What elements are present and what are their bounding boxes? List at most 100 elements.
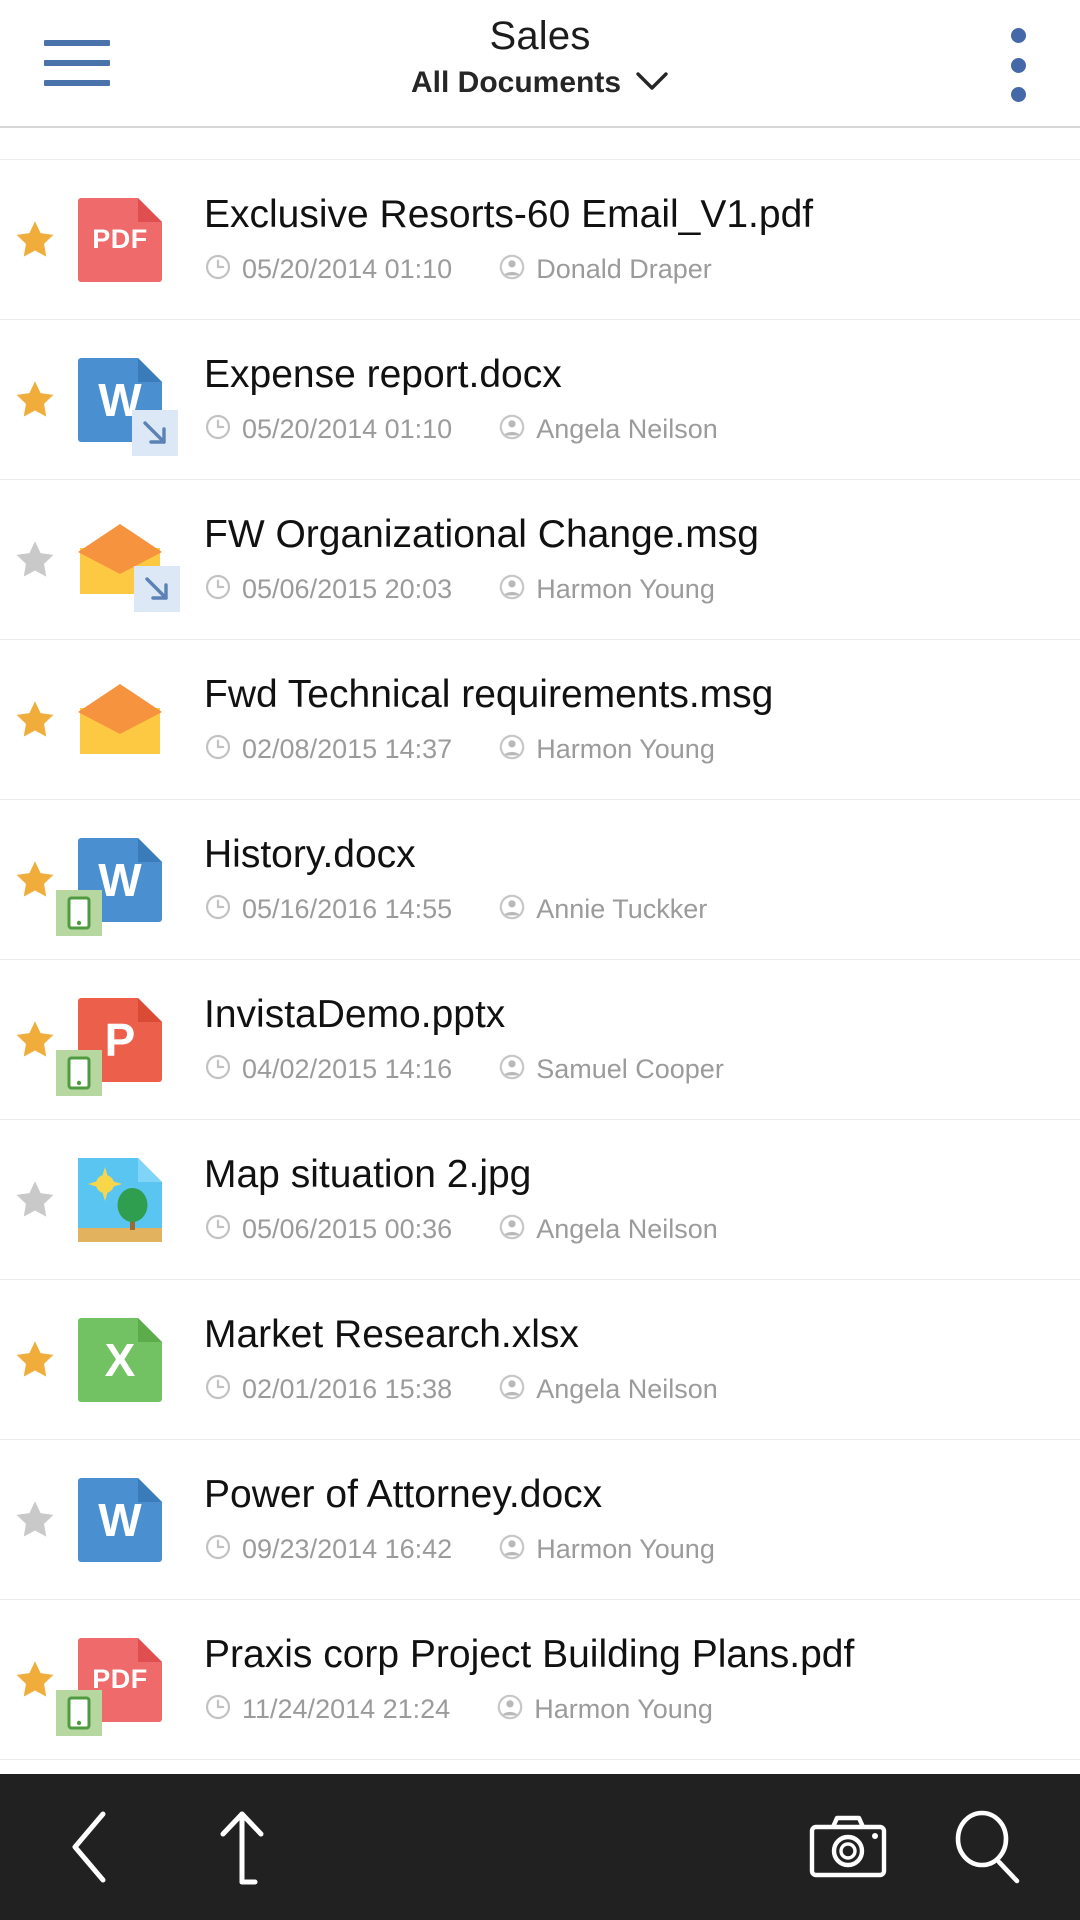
favorite-star-icon[interactable]: [6, 217, 64, 263]
file-submeta: 05/06/2015 00:36 Angela Neilson: [204, 1213, 1060, 1246]
view-filter-label: All Documents: [410, 66, 622, 99]
file-name: InvistaDemo.pptx: [204, 993, 506, 1037]
file-icon-cell: P: [56, 980, 176, 1100]
author-group: Harmon Young: [498, 1533, 715, 1566]
chevron-down-icon: [635, 70, 669, 97]
clock-icon: [204, 733, 232, 766]
author-group: Annie Tuckker: [498, 893, 707, 926]
author-name: Donald Draper: [536, 253, 712, 284]
clock-icon: [204, 893, 232, 926]
clock-icon: [204, 1533, 232, 1566]
table-row[interactable]: W Power of Attorney.docx 09/23/2014 16:42 H…: [0, 1440, 1080, 1600]
file-meta: Map situation 2.jpg 05/06/2015 00:36 Angel…: [176, 1153, 1080, 1246]
page-title: Sales: [489, 14, 591, 58]
author-group: Harmon Young: [498, 733, 715, 766]
file-type-label: PDF: [92, 224, 148, 254]
more-vertical-icon[interactable]: [994, 28, 1042, 102]
back-button[interactable]: [42, 1799, 138, 1895]
file-icon-cell: X: [64, 1300, 176, 1420]
file-submeta: 11/24/2014 21:24 Harmon Young: [204, 1693, 1060, 1726]
file-meta: Market Research.xlsx 02/01/2016 15:38 Ange…: [176, 1313, 1080, 1406]
file-type-label: X: [104, 1333, 136, 1386]
clock-icon: [204, 1053, 232, 1086]
star-glyph: [16, 1660, 54, 1697]
author-group: Angela Neilson: [498, 1213, 718, 1246]
table-row[interactable]: P InvistaDemo.pptx 04/02/2015 14:16 Samuel …: [0, 960, 1080, 1120]
star-glyph: [16, 220, 54, 257]
table-row[interactable]: PDF Praxis corp Project Building Plans.pd…: [0, 1600, 1080, 1760]
document-list[interactable]: PDF Exclusive Resorts-60 Email_V1.pdf 05/2…: [0, 128, 1080, 1774]
modified-date-group: 11/24/2014 21:24: [204, 1693, 450, 1726]
modified-date-group: 05/20/2014 01:10: [204, 413, 452, 446]
file-type-icon: [78, 1157, 162, 1242]
modified-date-group: 05/16/2016 14:55: [204, 893, 452, 926]
file-type-label: W: [98, 1493, 142, 1546]
favorite-star-icon[interactable]: [6, 1337, 64, 1383]
file-submeta: 05/16/2016 14:55 Annie Tuckker: [204, 893, 1060, 926]
documents-screen: Sales All Documents PDF Exclusive Resorts…: [0, 0, 1080, 1920]
modified-date-group: 02/08/2015 14:37: [204, 733, 452, 766]
table-row[interactable]: X Market Research.xlsx 02/01/2016 15:38 Ang…: [0, 1280, 1080, 1440]
file-icon-cell: PDF: [56, 1620, 176, 1740]
modified-date: 05/20/2014 01:10: [242, 413, 453, 444]
favorite-star-icon[interactable]: [6, 697, 64, 743]
modified-date-group: 05/06/2015 20:03: [204, 573, 452, 606]
file-submeta: 05/20/2014 01:10 Donald Draper: [204, 253, 1060, 286]
favorite-star-icon[interactable]: [6, 377, 64, 423]
modified-date: 02/01/2016 15:38: [242, 1373, 453, 1404]
file-meta: Exclusive Resorts-60 Email_V1.pdf 05/20/2…: [176, 193, 1080, 286]
star-glyph: [16, 1020, 54, 1057]
star-glyph: [16, 380, 54, 417]
author-name: Harmon Young: [536, 1533, 715, 1564]
file-icon-cell: W: [64, 1460, 176, 1580]
file-meta: Expense report.docx 05/20/2014 01:10 Angel…: [176, 353, 1080, 446]
overflow-dot: [1010, 28, 1026, 43]
author-group: Harmon Young: [498, 573, 715, 606]
modified-date: 05/06/2015 00:36: [242, 1213, 453, 1244]
modified-date-group: 05/20/2014 01:10: [204, 253, 452, 286]
file-name: Market Research.xlsx: [204, 1313, 579, 1357]
camera-button[interactable]: [800, 1799, 896, 1895]
offline-phone-badge-icon: [56, 1049, 102, 1096]
person-icon: [498, 413, 526, 446]
app-header: Sales All Documents: [0, 0, 1080, 128]
header-title-block: Sales All Documents: [0, 14, 1080, 100]
person-icon: [498, 893, 526, 926]
file-name: History.docx: [204, 833, 416, 877]
star-glyph: [16, 1180, 54, 1217]
author-group: Donald Draper: [498, 253, 712, 286]
person-icon: [498, 1213, 526, 1246]
person-icon: [498, 733, 526, 766]
star-glyph: [16, 860, 54, 897]
person-icon: [498, 1053, 526, 1086]
view-filter-dropdown[interactable]: All Documents: [411, 66, 669, 100]
modified-date: 05/20/2014 01:10: [242, 253, 453, 284]
offline-phone-badge-icon: [56, 1689, 102, 1736]
clock-icon: [204, 253, 232, 286]
table-row[interactable]: Map situation 2.jpg 05/06/2015 00:36 Angel…: [0, 1120, 1080, 1280]
author-group: Harmon Young: [496, 1693, 713, 1726]
favorite-star-icon[interactable]: [6, 1497, 64, 1543]
person-icon: [498, 253, 526, 286]
table-row[interactable]: W Expense report.docx 05/20/2014 01:10 Ange…: [0, 320, 1080, 480]
table-row[interactable]: Fwd Technical requirements.msg 02/08/2015…: [0, 640, 1080, 800]
file-type-icon: X: [78, 1317, 162, 1402]
file-name: Map situation 2.jpg: [204, 1153, 532, 1197]
file-type-icon: PDF: [78, 197, 162, 282]
table-row[interactable]: W History.docx 05/16/2016 14:55 Annie Tuckk…: [0, 800, 1080, 960]
table-row[interactable]: PDF Exclusive Resorts-60 Email_V1.pdf 05/2…: [0, 160, 1080, 320]
clock-icon: [204, 1693, 232, 1726]
table-row[interactable]: FW Organizational Change.msg 05/06/2015 2…: [0, 480, 1080, 640]
file-meta: Fwd Technical requirements.msg 02/08/2015…: [176, 673, 1080, 766]
file-name: Power of Attorney.docx: [204, 1473, 603, 1517]
clock-icon: [204, 573, 232, 606]
star-glyph: [16, 1500, 54, 1537]
sync-badge-icon: [134, 565, 180, 612]
file-icon-cell: W: [56, 820, 176, 940]
search-button[interactable]: [938, 1799, 1034, 1895]
modified-date: 11/24/2014 21:24: [242, 1693, 451, 1724]
upload-button[interactable]: [194, 1799, 290, 1895]
author-group: Angela Neilson: [498, 1373, 718, 1406]
favorite-star-icon[interactable]: [6, 537, 64, 583]
favorite-star-icon[interactable]: [6, 1177, 64, 1223]
